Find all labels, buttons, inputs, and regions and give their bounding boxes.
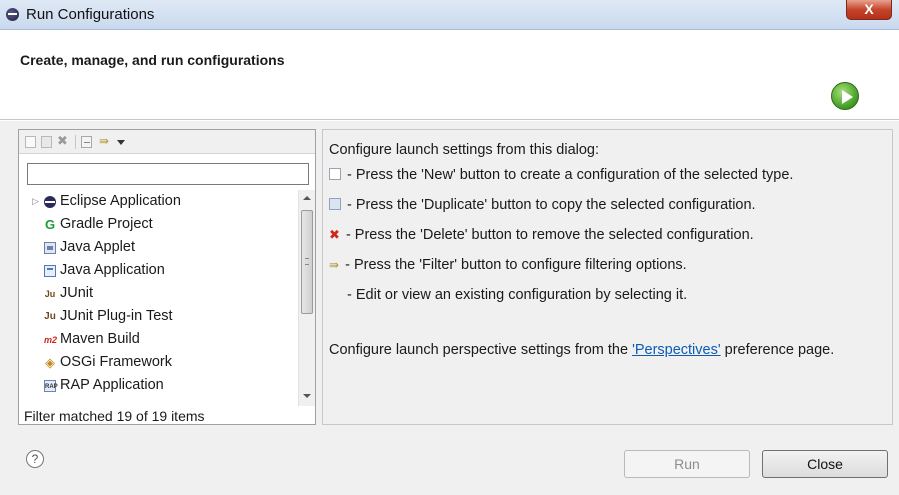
info-edit-line: - Edit or view an existing configuration…: [329, 287, 687, 303]
toolbar-separator: [75, 135, 76, 149]
run-large-icon: [831, 82, 859, 110]
delete-icon: ✖: [329, 227, 340, 242]
info-delete-line: ✖ - Press the 'Delete' button to remove …: [329, 227, 754, 243]
osgi-icon: ◈: [45, 355, 55, 370]
tree-item-label: Eclipse Application: [60, 193, 181, 209]
junit-plugin-icon: Ju: [44, 311, 56, 322]
view-menu-chevron-down-icon[interactable]: [117, 140, 125, 145]
info-panel: Configure launch settings from this dial…: [322, 129, 893, 425]
tree-item-eclipse-application[interactable]: ▷ Eclipse Application: [20, 190, 298, 213]
dialog-body: ✖ ⇛ ▷ Eclipse Application G Gradle Proje…: [0, 121, 899, 495]
tree-item-java-application[interactable]: Java Application: [20, 259, 298, 282]
scroll-thumb[interactable]: [301, 210, 313, 314]
filter-input[interactable]: [27, 163, 309, 185]
tree-item-label: JUnit Plug-in Test: [60, 308, 173, 324]
dialog-header-title: Create, manage, and run configurations: [20, 52, 285, 68]
info-intro: Configure launch settings from this dial…: [329, 142, 600, 158]
info-delete-text: - Press the 'Delete' button to remove th…: [345, 227, 754, 243]
eclipse-icon: [44, 196, 56, 208]
tree-item-rap-application[interactable]: RAP RAP Application: [20, 374, 298, 397]
maven-icon: m2: [44, 335, 58, 345]
dialog-header: Create, manage, and run configurations: [0, 30, 899, 120]
tree-item-java-applet[interactable]: Java Applet: [20, 236, 298, 259]
junit-icon: Ju: [44, 289, 56, 299]
info-perspective-line: Configure launch perspective settings fr…: [329, 342, 834, 358]
tree-item-junit[interactable]: Ju JUnit: [20, 282, 298, 305]
tree-item-label: RAP Application: [60, 377, 164, 393]
duplicate-configuration-icon[interactable]: [41, 136, 52, 148]
run-button[interactable]: Run: [624, 450, 750, 478]
tree-item-osgi-framework[interactable]: ◈ OSGi Framework: [20, 351, 298, 374]
info-new-text: - Press the 'New' button to create a con…: [347, 167, 794, 183]
window-close-button[interactable]: X: [846, 0, 892, 20]
configuration-type-tree[interactable]: ▷ Eclipse Application G Gradle Project J…: [20, 190, 298, 406]
tree-item-label: Java Application: [60, 262, 165, 278]
duplicate-icon: [329, 198, 341, 210]
new-icon: [329, 168, 341, 180]
tree-item-label: JUnit: [60, 285, 94, 301]
rap-icon: RAP: [44, 380, 58, 392]
window-title: Run Configurations: [26, 6, 155, 23]
filter-status-text: Filter matched 19 of 19 items: [24, 408, 205, 424]
perspectives-link[interactable]: 'Perspectives': [632, 342, 721, 358]
close-button[interactable]: Close: [762, 450, 888, 478]
scroll-up-arrow-icon[interactable]: [303, 196, 311, 200]
scroll-down-arrow-icon[interactable]: [303, 394, 311, 398]
filter-icon: ⇛: [329, 258, 340, 272]
tree-item-junit-plugin-test[interactable]: Ju JUnit Plug-in Test: [20, 305, 298, 328]
collapse-all-icon[interactable]: [81, 136, 92, 148]
expand-arrow-icon[interactable]: ▷: [32, 190, 39, 213]
info-duplicate-text: - Press the 'Duplicate' button to copy t…: [347, 197, 756, 213]
gradle-icon: G: [44, 217, 56, 232]
perspective-prefix: Configure launch perspective settings fr…: [329, 342, 633, 358]
java-applet-icon: [44, 242, 56, 254]
tree-item-label: Gradle Project: [60, 216, 153, 232]
configurations-panel: ✖ ⇛ ▷ Eclipse Application G Gradle Proje…: [18, 129, 316, 425]
eclipse-app-icon: [6, 8, 19, 21]
perspective-suffix: preference page.: [720, 342, 835, 358]
info-filter-text: - Press the 'Filter' button to configure…: [345, 257, 687, 273]
filter-icon[interactable]: ⇛: [99, 134, 109, 148]
info-duplicate-line: - Press the 'Duplicate' button to copy t…: [329, 197, 756, 213]
delete-configuration-icon[interactable]: ✖: [57, 133, 68, 149]
info-filter-line: ⇛ - Press the 'Filter' button to configu…: [329, 257, 687, 273]
title-bar: Run Configurations X: [0, 0, 899, 30]
help-button[interactable]: ?: [26, 450, 44, 468]
tree-item-gradle-project[interactable]: G Gradle Project: [20, 213, 298, 236]
tree-item-maven-build[interactable]: m2 Maven Build: [20, 328, 298, 351]
tree-item-label: OSGi Framework: [60, 354, 172, 370]
tree-item-label: Maven Build: [60, 331, 140, 347]
tree-item-label: Java Applet: [60, 239, 135, 255]
java-application-icon: [44, 265, 56, 277]
info-edit-text: - Edit or view an existing configuration…: [347, 287, 688, 303]
info-new-line: - Press the 'New' button to create a con…: [329, 167, 793, 183]
tree-scrollbar[interactable]: [298, 190, 315, 406]
configurations-toolbar: ✖ ⇛: [19, 130, 315, 154]
new-configuration-icon[interactable]: [25, 136, 36, 148]
